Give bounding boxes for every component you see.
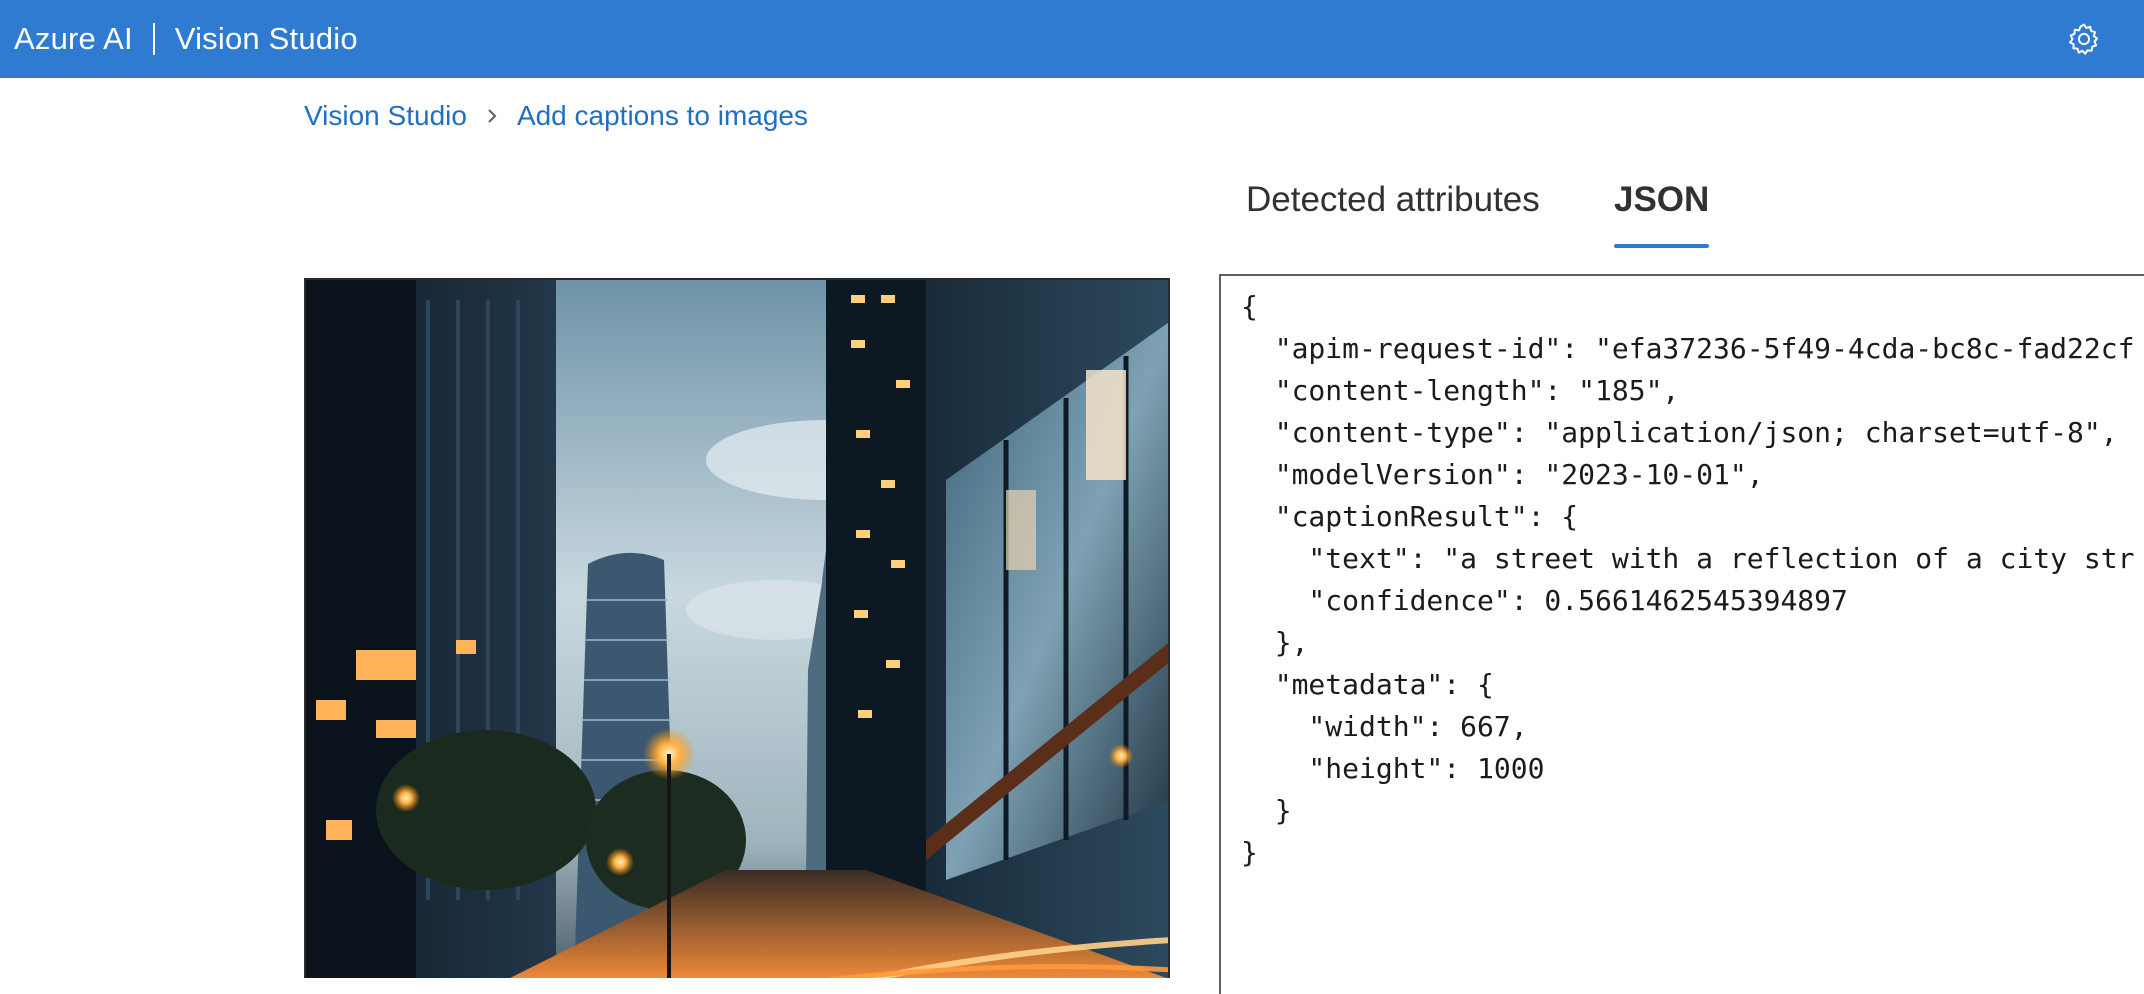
top-bar: Azure AI Vision Studio: [0, 0, 2144, 78]
uploaded-image: [304, 278, 1170, 978]
gear-icon[interactable]: [2064, 19, 2104, 59]
tab-json[interactable]: JSON: [1614, 180, 1710, 250]
breadcrumb: Vision Studio Add captions to images: [304, 98, 808, 134]
brand-name: Azure AI: [14, 21, 133, 56]
tab-detected-attributes[interactable]: Detected attributes: [1246, 180, 1540, 250]
json-output-panel[interactable]: { "apim-request-id": "efa37236-5f49-4cda…: [1219, 274, 2144, 994]
product-name[interactable]: Vision Studio: [175, 21, 358, 57]
city-street-photo-icon: [306, 280, 1168, 978]
breadcrumb-vision-studio[interactable]: Vision Studio: [304, 100, 467, 132]
breadcrumb-add-captions[interactable]: Add captions to images: [517, 100, 808, 132]
json-output-text: { "apim-request-id": "efa37236-5f49-4cda…: [1241, 290, 2135, 869]
brand: Azure AI Vision Studio: [14, 0, 358, 78]
chevron-right-icon: [485, 106, 499, 126]
brand-divider: [152, 23, 155, 55]
